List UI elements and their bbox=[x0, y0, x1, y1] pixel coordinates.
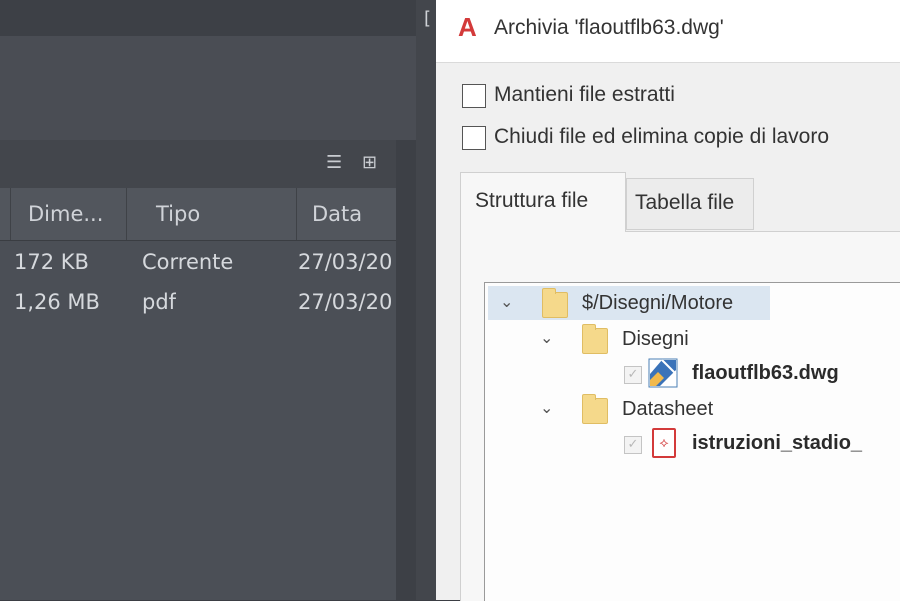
autocad-logo-icon: A bbox=[458, 12, 477, 42]
background-app-window: ☰ ⊞ Dime... Tipo Data 172 KB Corrente 27… bbox=[0, 0, 436, 600]
tree-node-file[interactable]: ✓ ⟡ istruzioni_stadio_ bbox=[624, 428, 900, 460]
close-delete-label[interactable]: Chiudi file ed elimina copie di lavoro bbox=[494, 125, 829, 149]
folder-icon bbox=[582, 324, 608, 354]
chevron-down-icon[interactable]: ⌄ bbox=[540, 328, 562, 347]
pdf-file-icon: ⟡ bbox=[652, 428, 676, 458]
row-date: 27/03/20 bbox=[298, 290, 393, 314]
table-row[interactable]: 172 KB Corrente 27/03/20 bbox=[0, 244, 396, 284]
chevron-down-icon[interactable]: ⌄ bbox=[500, 292, 522, 311]
column-header-size[interactable]: Dime... bbox=[28, 202, 103, 226]
tab-file-structure[interactable]: Struttura file bbox=[460, 172, 626, 232]
close-delete-checkbox[interactable] bbox=[462, 126, 486, 150]
background-divider bbox=[396, 140, 416, 600]
row-type: pdf bbox=[142, 290, 177, 314]
tree-root-label: $/Disegni/Motore bbox=[582, 292, 734, 314]
bracket-icon: [ bbox=[424, 8, 432, 29]
archive-dialog: A Archivia 'flaoutflb63.dwg' Mantieni fi… bbox=[436, 0, 900, 601]
keep-extracted-checkbox[interactable] bbox=[462, 84, 486, 108]
file-list-column-headers: Dime... Tipo Data bbox=[0, 188, 396, 241]
tree-node-folder[interactable]: ⌄ Datasheet bbox=[540, 394, 740, 426]
file-checkbox[interactable]: ✓ bbox=[624, 366, 642, 384]
column-header-date[interactable]: Data bbox=[312, 202, 362, 226]
file-checkbox[interactable]: ✓ bbox=[624, 436, 642, 454]
tree-file-label: flaoutflb63.dwg bbox=[692, 362, 839, 384]
tree-node-folder[interactable]: ⌄ Disegni bbox=[540, 324, 740, 356]
tree-file-label: istruzioni_stadio_ bbox=[692, 432, 863, 454]
tab-file-table[interactable]: Tabella file bbox=[626, 178, 754, 230]
dialog-titlebar[interactable]: A Archivia 'flaoutflb63.dwg' bbox=[436, 0, 900, 63]
chevron-down-icon[interactable]: ⌄ bbox=[540, 398, 562, 417]
tree-node-file[interactable]: ✓ flaoutflb63.dwg bbox=[624, 358, 900, 390]
background-toolbar bbox=[0, 0, 416, 36]
dwg-file-icon bbox=[648, 358, 678, 388]
list-view-icon[interactable]: ☰ bbox=[326, 152, 342, 173]
folder-icon bbox=[542, 288, 568, 318]
folder-icon bbox=[582, 394, 608, 424]
row-date: 27/03/20 bbox=[298, 250, 393, 274]
tree-folder-label: Disegni bbox=[622, 328, 689, 350]
column-header-type[interactable]: Tipo bbox=[156, 202, 200, 226]
file-list-panel-header: ☰ ⊞ bbox=[0, 140, 396, 188]
row-size: 1,26 MB bbox=[14, 290, 100, 314]
tree-node-root[interactable]: ⌄ $/Disegni/Motore bbox=[500, 288, 800, 320]
dialog-title: Archivia 'flaoutflb63.dwg' bbox=[494, 16, 724, 39]
row-size: 172 KB bbox=[14, 250, 89, 274]
background-side-strip: [ bbox=[416, 0, 436, 600]
tree-view-icon[interactable]: ⊞ bbox=[362, 152, 377, 173]
tree-folder-label: Datasheet bbox=[622, 398, 714, 420]
keep-extracted-label[interactable]: Mantieni file estratti bbox=[494, 83, 675, 107]
table-row[interactable]: 1,26 MB pdf 27/03/20 bbox=[0, 284, 396, 324]
row-type: Corrente bbox=[142, 250, 234, 274]
file-list-panel: ☰ ⊞ Dime... Tipo Data 172 KB Corrente 27… bbox=[0, 140, 396, 600]
